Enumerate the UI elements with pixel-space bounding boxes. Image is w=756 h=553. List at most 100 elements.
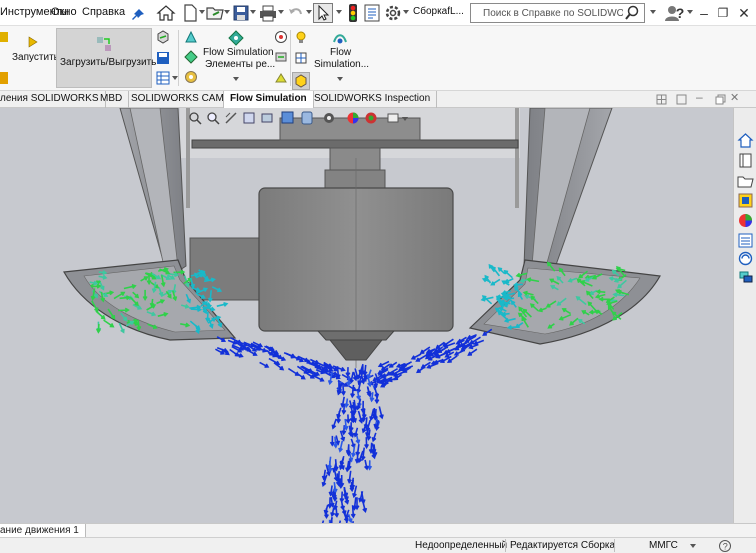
flow-features-icon [228, 30, 244, 46]
solidworks-forum-icon[interactable] [737, 250, 754, 267]
save-icon[interactable] [231, 3, 251, 23]
cube-yellow-icon [295, 74, 307, 88]
help-dropdown-icon[interactable] [687, 10, 693, 14]
table-icon[interactable] [156, 71, 170, 85]
load-unload-button[interactable]: Загрузить/Выгрузить [56, 28, 156, 88]
quick-tips-icon[interactable]: ? [718, 539, 732, 553]
options-dropdown-icon[interactable] [403, 10, 409, 14]
cube-green-icon[interactable] [156, 30, 170, 44]
appearance-icon[interactable] [346, 111, 360, 125]
undo-icon[interactable] [286, 3, 306, 23]
close-button[interactable]: ✕ [735, 4, 753, 22]
view-settings-dropdown-icon[interactable] [402, 117, 408, 121]
flow-simulation-pane-icon[interactable] [737, 268, 754, 285]
svg-text:?: ? [723, 542, 728, 552]
pin-icon[interactable] [130, 5, 146, 25]
dynamic-annotation-icon[interactable] [260, 111, 274, 125]
appearances-scenes-icon[interactable] [737, 212, 754, 229]
viewport-close-button[interactable]: ✕ [730, 91, 739, 104]
tab-flow-simulation[interactable]: Flow Simulation [223, 91, 314, 109]
solidworks-resources-icon[interactable] [737, 132, 754, 149]
flow-features-label-2: Элементы ре... [205, 59, 276, 70]
menu-window[interactable]: Окно [51, 6, 77, 18]
goal-icon[interactable] [274, 30, 288, 44]
search-dropdown-icon[interactable] [650, 10, 656, 14]
display-style-icon[interactable] [300, 111, 314, 125]
viewport-restore-icon[interactable] [715, 94, 726, 105]
section-view-icon[interactable] [242, 111, 256, 125]
previous-view-icon[interactable] [224, 111, 238, 125]
file-properties-icon[interactable] [362, 3, 382, 23]
status-divider-2 [614, 539, 615, 552]
open-folder-icon[interactable] [205, 3, 225, 23]
viewport-tile-icon[interactable] [676, 94, 687, 105]
status-definition: Недоопределенный [415, 540, 508, 551]
flow-simulation-label-1: Flow [330, 47, 352, 58]
zoom-fit-icon[interactable] [188, 111, 202, 125]
play-icon [28, 36, 38, 48]
select-button[interactable] [313, 3, 333, 23]
new-document-icon[interactable] [180, 3, 200, 23]
ribbon-separator [178, 30, 179, 86]
ribbon-separator-2 [290, 30, 291, 86]
save-dropdown-icon[interactable] [250, 10, 256, 14]
view-palette-icon[interactable] [737, 192, 754, 209]
flow-simulation-features-button[interactable]: Flow Simulation Элементы ре... [200, 30, 276, 88]
component-control-icon[interactable] [294, 51, 308, 65]
flow-simulation-menu-button[interactable]: Flow Simulation... [310, 30, 370, 88]
gear-icon[interactable] [383, 3, 403, 23]
viewport-minimize-button[interactable]: – [696, 90, 703, 104]
hide-show-items-icon[interactable] [322, 111, 336, 125]
select-dropdown-icon[interactable] [336, 10, 342, 14]
open-dropdown-icon[interactable] [224, 10, 230, 14]
flow-features-dropdown-icon[interactable] [233, 77, 239, 81]
flow-simulation-label-2: Simulation... [314, 59, 370, 70]
flow-simulation-dropdown-icon[interactable] [337, 77, 343, 81]
flow-features-label-1: Flow Simulation [203, 47, 274, 58]
command-manager-ribbon: Запустить Загрузить/Выгрузить Flow Simul… [0, 26, 756, 91]
design-library-icon[interactable] [737, 152, 754, 169]
boundary-condition-icon[interactable] [274, 50, 288, 64]
custom-properties-icon[interactable] [737, 232, 754, 249]
heat-source-icon[interactable] [274, 71, 288, 85]
tab-mbd[interactable]: MBD [94, 91, 130, 108]
flow-simulation-icon [333, 34, 347, 44]
help-search-field[interactable] [470, 3, 645, 23]
view-settings-icon[interactable] [386, 111, 400, 125]
save-project-icon[interactable] [156, 51, 170, 65]
file-explorer-icon[interactable] [737, 172, 754, 189]
magnifier-icon[interactable] [624, 5, 640, 21]
status-divider [505, 539, 506, 552]
graphics-area[interactable] [0, 108, 733, 523]
minimize-button[interactable]: – [695, 4, 713, 22]
light-bulb-icon[interactable] [294, 30, 308, 44]
menu-help[interactable]: Справка [82, 6, 125, 18]
tab-solidworks-addins[interactable]: ления SOLIDWORKS [0, 91, 106, 108]
view-orientation-icon[interactable] [280, 111, 296, 125]
tab-solidworks-inspection[interactable]: SOLIDWORKS Inspection [308, 91, 438, 108]
zoom-area-icon[interactable] [206, 111, 220, 125]
status-edit-mode: Редактируется Сборка [510, 540, 616, 551]
tab-solidworks-cam[interactable]: SOLIDWORKS CAM [125, 91, 231, 108]
motion-study-tabs: ание движения 1 [0, 523, 756, 538]
command-manager-tabs: ления SOLIDWORKS MBD SOLIDWORKS CAM Flow… [0, 91, 756, 109]
wizard-icon[interactable] [184, 30, 198, 44]
status-bar: Недоопределенный Редактируется Сборка ММ… [0, 537, 756, 553]
load-unload-icon [97, 37, 111, 51]
undo-dropdown-icon[interactable] [306, 10, 312, 14]
help-search-input[interactable] [483, 6, 623, 20]
tab-motion-study-1[interactable]: ание движения 1 [0, 524, 86, 538]
calculation-control-button[interactable] [292, 72, 310, 90]
print-icon[interactable] [258, 3, 278, 23]
viewport-split-icon[interactable] [656, 94, 667, 105]
status-units[interactable]: ММГС [649, 540, 678, 551]
restore-button[interactable]: ❐ [714, 4, 732, 22]
home-icon[interactable] [156, 3, 176, 23]
computational-domain-icon[interactable] [184, 50, 198, 64]
units-dropdown-icon[interactable] [690, 544, 696, 548]
scene-icon[interactable] [364, 111, 378, 125]
traffic-light-icon[interactable] [343, 3, 363, 23]
mesh-icon[interactable] [184, 70, 198, 84]
print-dropdown-icon[interactable] [278, 10, 284, 14]
model-view[interactable] [0, 108, 733, 523]
